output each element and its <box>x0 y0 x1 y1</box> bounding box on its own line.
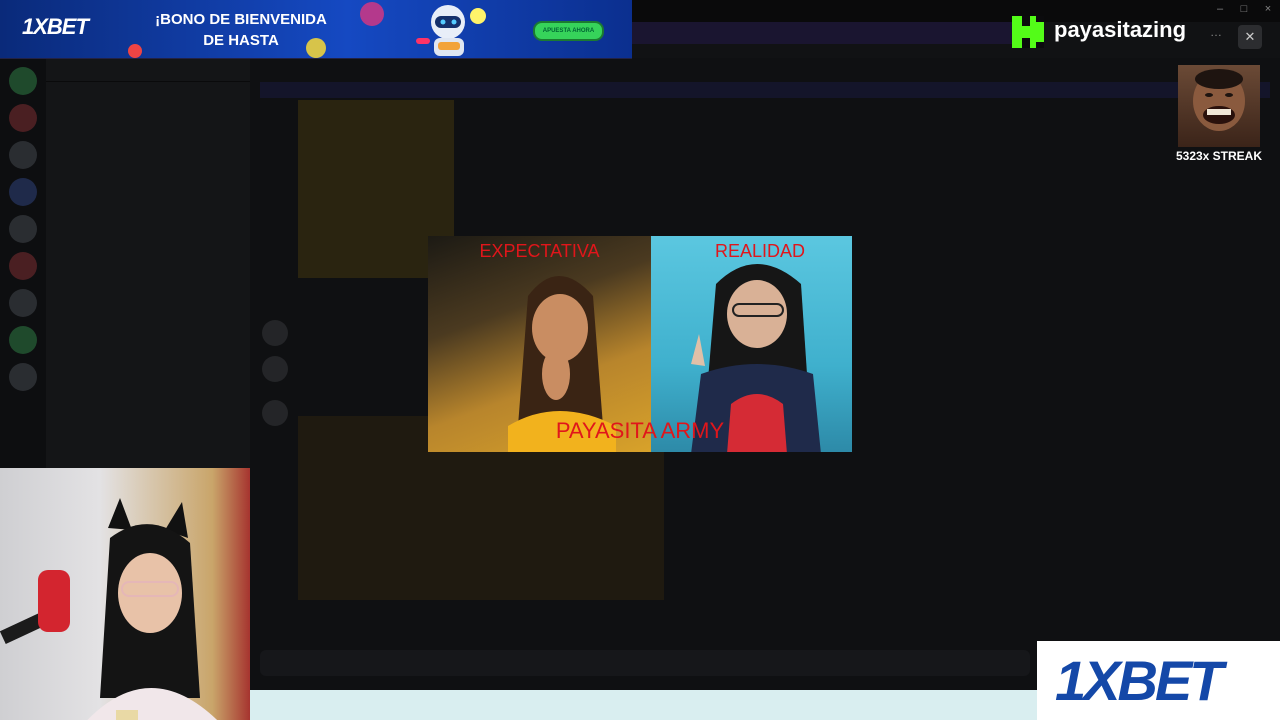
channel-category[interactable] <box>46 174 250 194</box>
gear-icon <box>306 38 326 58</box>
kick-logo-icon <box>1012 16 1044 48</box>
server-icon[interactable] <box>9 215 37 243</box>
server-icon[interactable] <box>9 67 37 95</box>
channel-item[interactable] <box>46 372 250 395</box>
channel-item[interactable] <box>46 326 250 349</box>
server-icon[interactable] <box>9 104 37 132</box>
channel-item[interactable] <box>46 105 250 128</box>
meme-caption: PAYASITA ARMY <box>555 418 725 443</box>
server-icon[interactable] <box>9 252 37 280</box>
user-avatar[interactable] <box>262 320 288 346</box>
meme-alert-image: EXPECTATIVA REALIDAD PAYASITA ARMY <box>428 236 852 452</box>
server-icon[interactable] <box>9 363 37 391</box>
message-input[interactable] <box>260 650 1030 676</box>
channel-item[interactable] <box>46 283 250 306</box>
server-icon[interactable] <box>9 326 37 354</box>
chat-header <box>250 58 1280 78</box>
sponsor-brand-logo: 1XBET <box>1055 649 1223 712</box>
channel-category[interactable] <box>46 306 250 326</box>
date-divider <box>260 82 1270 98</box>
server-icon[interactable] <box>9 141 37 169</box>
server-icon[interactable] <box>9 178 37 206</box>
user-avatar[interactable] <box>262 356 288 382</box>
server-header[interactable] <box>46 58 250 82</box>
ad-cta-button[interactable]: APUESTA AHORA <box>533 21 604 41</box>
channel-item[interactable] <box>46 151 250 174</box>
close-icon[interactable]: ✕ <box>1238 25 1262 49</box>
server-list <box>0 58 46 468</box>
meme-left-label: EXPECTATIVA <box>479 241 600 261</box>
channel-item[interactable] <box>46 217 250 240</box>
streak-emote-image <box>1178 65 1260 147</box>
planet-icon <box>360 2 384 26</box>
mushroom-icon <box>128 44 142 58</box>
channel-name: payasitazing <box>1054 17 1187 42</box>
maximize-icon[interactable]: □ <box>1236 3 1252 15</box>
meme-right-label: REALIDAD <box>714 241 806 261</box>
minimize-icon[interactable]: – <box>1212 3 1228 15</box>
streak-label: 5323x STREAK <box>1175 149 1263 163</box>
user-avatar[interactable] <box>262 400 288 426</box>
channel-item[interactable] <box>46 194 250 217</box>
streamer-figure <box>87 498 217 720</box>
more-options-icon[interactable]: … <box>1210 25 1222 39</box>
channel-item[interactable] <box>46 349 250 372</box>
window-close-icon[interactable]: × <box>1260 3 1276 15</box>
streamer-webcam <box>0 468 250 720</box>
top-ad-banner[interactable]: 1XBET ¡BONO DE BIENVENIDA DE HASTA APUES… <box>0 0 632 59</box>
ad-headline-line1: ¡BONO DE BIENVENIDA <box>155 11 327 28</box>
channel-category[interactable] <box>46 240 250 260</box>
channel-item[interactable] <box>46 82 250 105</box>
ad-brand-logo: 1XBET <box>22 14 89 39</box>
server-icon[interactable] <box>9 289 37 317</box>
channel-item[interactable] <box>46 260 250 283</box>
channel-sidebar <box>46 58 250 468</box>
corner-sponsor-ad[interactable]: 1XBET <box>1037 641 1280 720</box>
bottom-strip <box>250 690 1040 720</box>
channel-item[interactable] <box>46 128 250 151</box>
astronaut-robot-icon <box>416 5 486 56</box>
notice-bar <box>632 22 1032 44</box>
